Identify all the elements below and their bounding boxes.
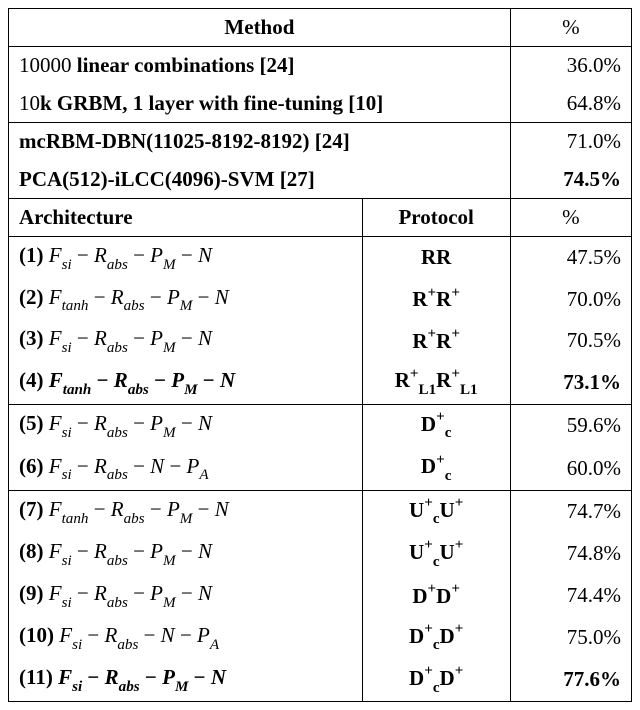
arch-5: (5) Fsi − Rabs − PM − N (9, 404, 363, 447)
row-3: (3) Fsi − Rabs − PM − N R+R+ 70.5% (9, 320, 632, 361)
mid-pct-0: 71.0% (510, 123, 631, 161)
top-row-1: 10k GRBM, 1 layer with fine-tuning [10] … (9, 85, 632, 123)
arch-2: (2) Ftanh − Rabs − PM − N (9, 279, 363, 320)
prot-8: U+cU+ (362, 533, 510, 575)
top-prefix-0: 10000 (19, 53, 77, 77)
pct-3: 70.5% (510, 320, 631, 361)
header-row-2: Architecture Protocol % (9, 198, 632, 236)
prot-4: R+L1R+L1 (362, 361, 510, 404)
pct-8: 74.8% (510, 533, 631, 575)
mid-method-0: mcRBM-DBN(11025-8192-8192) [24] (9, 123, 511, 161)
header-method: Method (9, 9, 511, 47)
top-method-0: 10000 linear combinations [24] (9, 47, 511, 85)
top-bold-0: linear combinations [24] (77, 53, 295, 77)
top-method-1: 10k GRBM, 1 layer with fine-tuning [10] (9, 85, 511, 123)
top-prefix-1: 10 (19, 91, 40, 115)
prot-10: D+cD+ (362, 617, 510, 659)
row-6: (6) Fsi − Rabs − N − PA D+c 60.0% (9, 447, 632, 490)
arch-1: (1) Fsi − Rabs − PM − N (9, 237, 363, 279)
prot-11: D+cD+ (362, 659, 510, 702)
header-architecture: Architecture (9, 198, 363, 236)
row-10: (10) Fsi − Rabs − N − PA D+cD+ 75.0% (9, 617, 632, 659)
prot-1: RR (362, 237, 510, 279)
top-pct-0: 36.0% (510, 47, 631, 85)
arch-6: (6) Fsi − Rabs − N − PA (9, 447, 363, 490)
row-2: (2) Ftanh − Rabs − PM − N R+R+ 70.0% (9, 279, 632, 320)
row-8: (8) Fsi − Rabs − PM − N U+cU+ 74.8% (9, 533, 632, 575)
header-row-1: Method % (9, 9, 632, 47)
mid-method-1: PCA(512)-iLCC(4096)-SVM [27] (9, 161, 511, 199)
pct-1: 47.5% (510, 237, 631, 279)
prot-2: R+R+ (362, 279, 510, 320)
pct-2: 70.0% (510, 279, 631, 320)
prot-9: D+D+ (362, 575, 510, 616)
prot-7: U+cU+ (362, 490, 510, 533)
pct-6: 60.0% (510, 447, 631, 490)
pct-11: 77.6% (510, 659, 631, 702)
header-protocol: Protocol (362, 198, 510, 236)
header-percent: % (510, 9, 631, 47)
arch-8: (8) Fsi − Rabs − PM − N (9, 533, 363, 575)
prot-3: R+R+ (362, 320, 510, 361)
mid-row-0: mcRBM-DBN(11025-8192-8192) [24] 71.0% (9, 123, 632, 161)
pct-4: 73.1% (510, 361, 631, 404)
prot-6: D+c (362, 447, 510, 490)
row-5: (5) Fsi − Rabs − PM − N D+c 59.6% (9, 404, 632, 447)
arch-3: (3) Fsi − Rabs − PM − N (9, 320, 363, 361)
header-percent-2: % (510, 198, 631, 236)
prot-5: D+c (362, 404, 510, 447)
mid-pct-1: 74.5% (510, 161, 631, 199)
top-bold-1: k GRBM, 1 layer with fine-tuning [10] (40, 91, 383, 115)
pct-9: 74.4% (510, 575, 631, 616)
row-4: (4) Ftanh − Rabs − PM − N R+L1R+L1 73.1% (9, 361, 632, 404)
arch-4: (4) Ftanh − Rabs − PM − N (9, 361, 363, 404)
row-9: (9) Fsi − Rabs − PM − N D+D+ 74.4% (9, 575, 632, 616)
row-11: (11) Fsi − Rabs − PM − N D+cD+ 77.6% (9, 659, 632, 702)
pct-10: 75.0% (510, 617, 631, 659)
row-7: (7) Ftanh − Rabs − PM − N U+cU+ 74.7% (9, 490, 632, 533)
pct-7: 74.7% (510, 490, 631, 533)
arch-11: (11) Fsi − Rabs − PM − N (9, 659, 363, 702)
arch-7: (7) Ftanh − Rabs − PM − N (9, 490, 363, 533)
arch-9: (9) Fsi − Rabs − PM − N (9, 575, 363, 616)
arch-10: (10) Fsi − Rabs − N − PA (9, 617, 363, 659)
mid-row-1: PCA(512)-iLCC(4096)-SVM [27] 74.5% (9, 161, 632, 199)
top-row-0: 10000 linear combinations [24] 36.0% (9, 47, 632, 85)
results-table: Method % 10000 linear combinations [24] … (8, 8, 632, 702)
row-1: (1) Fsi − Rabs − PM − N RR 47.5% (9, 237, 632, 279)
top-pct-1: 64.8% (510, 85, 631, 123)
pct-5: 59.6% (510, 404, 631, 447)
